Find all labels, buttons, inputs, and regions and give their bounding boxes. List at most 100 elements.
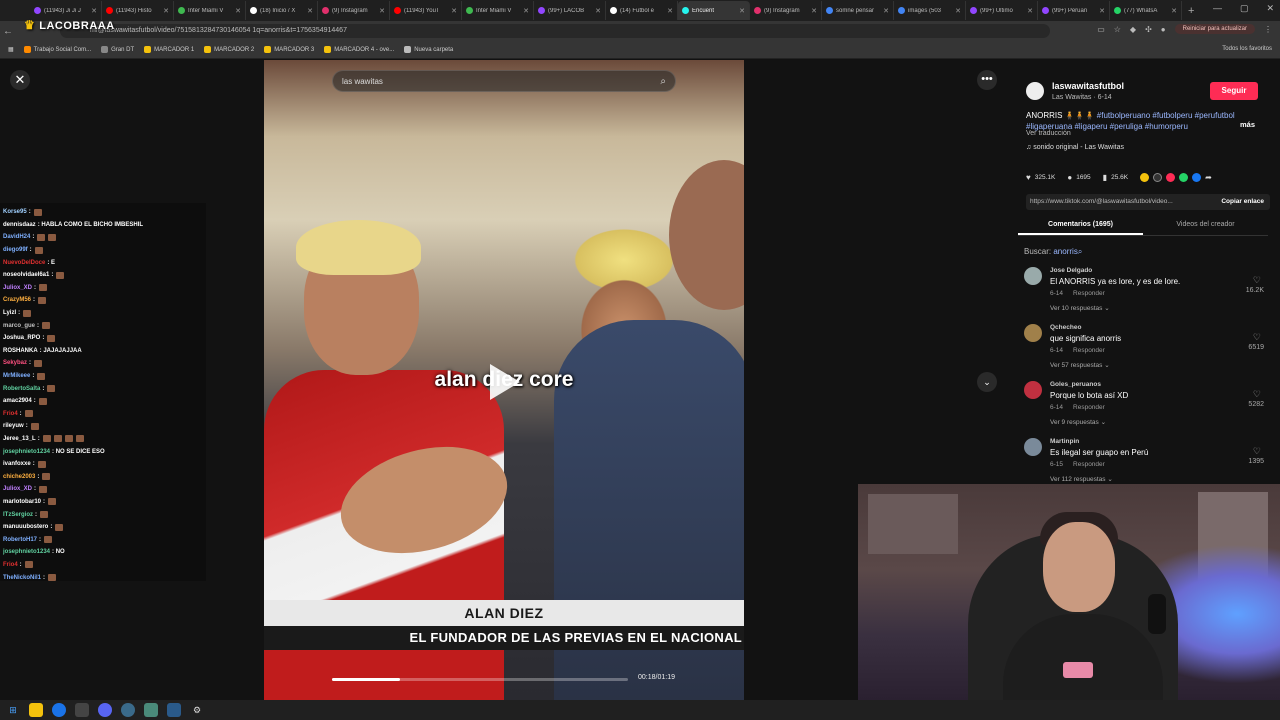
comment-like-icon[interactable]: ♡ (1253, 389, 1261, 400)
video-progress-bar[interactable] (332, 678, 628, 681)
chat-username[interactable]: DavidH24 (3, 234, 30, 240)
tab-close-icon[interactable]: ✕ (379, 7, 385, 15)
settings-gear-icon[interactable]: ⚙ (190, 703, 204, 717)
file-explorer-icon[interactable] (29, 703, 43, 717)
tab-comments[interactable]: Comentarios (1695) (1018, 216, 1143, 235)
chat-username[interactable]: NuevoDelDoce (3, 260, 45, 266)
tab-close-icon[interactable]: ✕ (595, 7, 601, 15)
chat-username[interactable]: josephnieto1234 (3, 549, 50, 555)
chat-username[interactable]: Juliox_XD (3, 486, 32, 492)
sound-link[interactable]: ♫ sonido original - Las Wawitas (1026, 144, 1124, 151)
restart-update-button[interactable]: Reiniciar para actualizar (1174, 24, 1255, 34)
chat-username[interactable]: RobertoSalta (3, 386, 40, 392)
chat-username[interactable]: ivanfoxxe (3, 461, 31, 467)
copy-link-button[interactable]: Copiar enlace (1221, 194, 1264, 210)
bookmark-item[interactable]: Nueva carpeta (404, 46, 453, 53)
chat-username[interactable]: ROSHANKA (3, 348, 38, 354)
close-window-icon[interactable]: ✕ (1266, 3, 1274, 14)
coin-icon[interactable] (1140, 172, 1150, 182)
chat-username[interactable]: rileyuw (3, 423, 24, 429)
menu-dots-icon[interactable]: ⋮ (1264, 25, 1272, 34)
reply-button[interactable]: Responder (1073, 290, 1105, 297)
browser-tab[interactable]: (99+) Último ✕ (966, 1, 1038, 20)
back-icon[interactable]: ← (0, 26, 16, 37)
chat-username[interactable]: noseolvidael6a1 (3, 272, 49, 278)
comment-search-term[interactable]: anorris (1053, 247, 1077, 256)
search-icon[interactable]: ⌕ (660, 71, 666, 93)
browser-tab[interactable]: Inter Miami V ✕ (462, 1, 534, 20)
comment-avatar[interactable] (1024, 381, 1042, 399)
browser-tab[interactable]: images (503 ✕ (894, 1, 966, 20)
url-field[interactable]: m/@laswawitasfutbol/video/75158132847301… (60, 24, 1050, 38)
tab-close-icon[interactable]: ✕ (1027, 7, 1033, 15)
browser-tab[interactable]: (99+) LACOB ✕ (534, 1, 606, 20)
tab-creator-videos[interactable]: Videos del creador (1143, 216, 1268, 235)
chat-username[interactable]: Joshua_RPO (3, 335, 40, 341)
browser-tab[interactable]: Inter Miami V ✕ (174, 1, 246, 20)
cast-icon[interactable]: ▭ (1097, 25, 1105, 34)
chat-username[interactable]: Frio4 (3, 411, 18, 417)
comment-username[interactable]: Martinpin (1050, 438, 1079, 445)
comment-like-icon[interactable]: ♡ (1253, 446, 1261, 457)
browser-tab[interactable]: (11943) YouT ✕ (390, 1, 462, 20)
profile-icon[interactable]: ● (1161, 25, 1166, 34)
tab-close-icon[interactable]: ✕ (1099, 7, 1105, 15)
chat-username[interactable]: josephnieto1234 (3, 449, 50, 455)
chat-username[interactable]: Korse95 (3, 209, 27, 215)
tab-close-icon[interactable]: ✕ (235, 7, 241, 15)
bookmark-item[interactable]: Gran DT (101, 46, 134, 53)
browser-tab[interactable]: (18) Inicio / X ✕ (246, 1, 318, 20)
share-icon[interactable]: ➦ (1205, 173, 1212, 182)
tab-close-icon[interactable]: ✕ (811, 7, 817, 15)
view-replies-link[interactable]: Ver 9 respuestas ⌄ (1050, 418, 1106, 426)
next-video-button[interactable]: ⌄ (977, 372, 997, 392)
maximize-icon[interactable]: ▢ (1240, 3, 1249, 14)
chrome-icon[interactable] (52, 703, 66, 717)
chat-username[interactable]: marco_gue (3, 323, 35, 329)
like-action[interactable]: ♥ 325.1K (1026, 173, 1055, 182)
follow-button[interactable]: Seguir (1210, 82, 1258, 100)
chat-username[interactable]: CrazyM56 (3, 297, 31, 303)
view-replies-link[interactable]: Ver 10 respuestas ⌄ (1050, 304, 1110, 312)
all-bookmarks[interactable]: Todos los favoritos (1222, 46, 1272, 52)
video-player[interactable]: las wawitas ⌕ alan diez core ALAN DIEZ E… (264, 60, 744, 700)
comment-username[interactable]: Qchecheo (1050, 324, 1081, 331)
chat-username[interactable]: Sekybaz (3, 360, 27, 366)
chat-username[interactable]: Lyizl (3, 310, 16, 316)
whatsapp-icon[interactable] (1179, 172, 1189, 182)
tab-close-icon[interactable]: ✕ (739, 7, 745, 15)
play-icon[interactable] (490, 364, 520, 400)
comment-avatar[interactable] (1024, 267, 1042, 285)
tab-close-icon[interactable]: ✕ (1171, 7, 1177, 15)
chat-username[interactable]: ITzSergioz (3, 512, 33, 518)
account-avatar[interactable] (1026, 82, 1044, 100)
browser-tab[interactable]: somne pensar ✕ (822, 1, 894, 20)
start-icon[interactable]: ⊞ (6, 703, 20, 717)
chat-username[interactable]: manuuubostero (3, 524, 48, 530)
reply-button[interactable]: Responder (1073, 461, 1105, 468)
bookmark-item[interactable]: Trabajo Social Com... (23, 46, 91, 53)
video-search-input[interactable]: las wawitas ⌕ (332, 70, 676, 92)
bookmark-item[interactable]: MARCADOR 2 (204, 46, 254, 53)
chat-username[interactable]: Jeree_13_L (3, 436, 36, 442)
bookmark-item[interactable]: MARCADOR 4 - ove... (324, 46, 394, 53)
chat-username[interactable]: chiche2003 (3, 474, 35, 480)
comment-like-icon[interactable]: ♡ (1253, 275, 1261, 286)
notes-icon[interactable] (144, 703, 158, 717)
view-replies-link[interactable]: Ver 57 respuestas ⌄ (1050, 361, 1110, 369)
apps-icon[interactable]: ▦ (8, 46, 14, 53)
tab-close-icon[interactable]: ✕ (523, 7, 529, 15)
translate-link[interactable]: Ver traducción (1026, 130, 1071, 137)
close-video-button[interactable]: ✕ (10, 70, 30, 90)
capture-icon[interactable] (167, 703, 181, 717)
tab-close-icon[interactable]: ✕ (307, 7, 313, 15)
extension-icon[interactable]: ◆ (1130, 25, 1136, 34)
facebook-icon[interactable] (1192, 172, 1202, 182)
view-replies-link[interactable]: Ver 112 respuestas ⌄ (1050, 475, 1113, 483)
bookmark-item[interactable]: MARCADOR 3 (264, 46, 314, 53)
browser-tab[interactable]: Encuent ✕ (678, 1, 750, 20)
comment-action[interactable]: ● 1695 (1067, 173, 1090, 182)
chat-username[interactable]: Frio4 (3, 562, 18, 568)
app-icon[interactable] (121, 703, 135, 717)
discord-icon[interactable] (98, 703, 112, 717)
